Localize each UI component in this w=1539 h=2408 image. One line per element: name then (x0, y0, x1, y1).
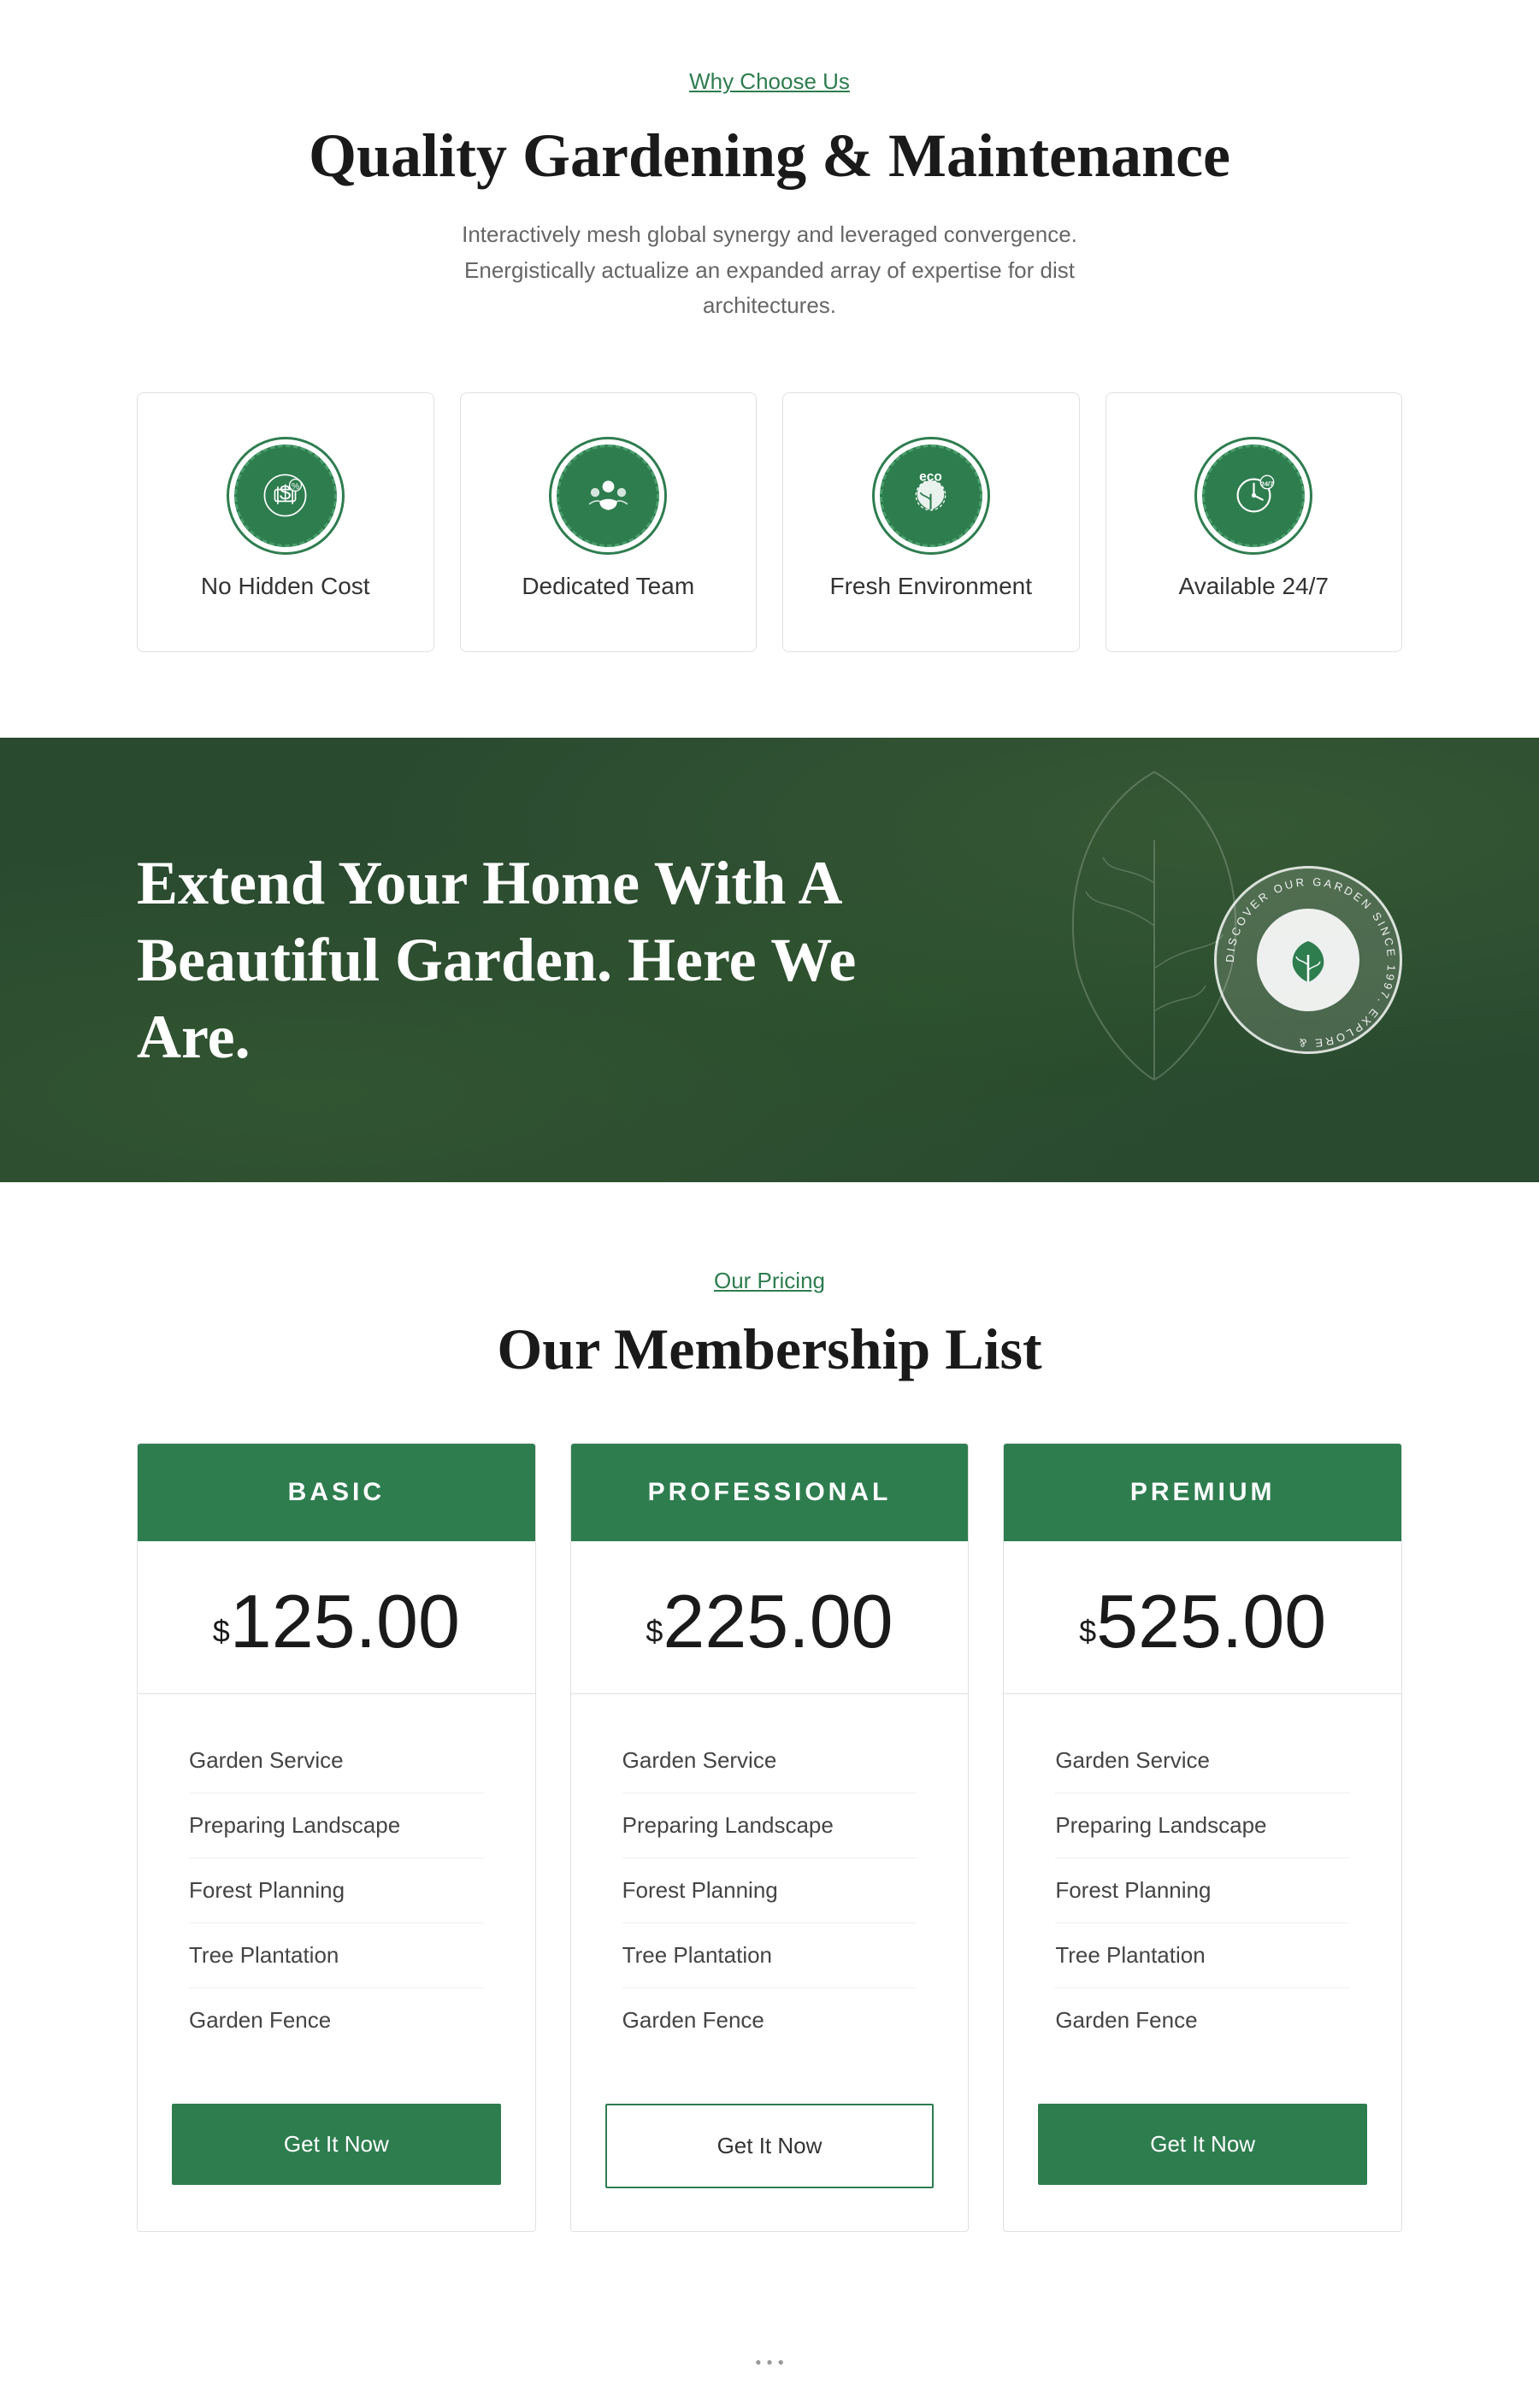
banner-headline: Extend Your Home With A Beautiful Garden… (137, 845, 906, 1075)
badge-circle: DISCOVER OUR GARDEN SINCE 1997. EXPLORE … (1214, 866, 1402, 1054)
svg-text:DISCOVER OUR GARDEN SINCE 1997: DISCOVER OUR GARDEN SINCE 1997. EXPLORE … (1224, 875, 1398, 1050)
professional-plan-name: PROFESSIONAL (597, 1478, 943, 1507)
svg-text:24/7: 24/7 (1260, 480, 1273, 488)
fresh-environment-label: Fresh Environment (809, 573, 1053, 600)
pricing-section: Our Pricing Our Membership List BASIC $1… (0, 1182, 1539, 2317)
professional-price-area: $225.00 (571, 1541, 969, 1694)
pricing-card-premium: PREMIUM $525.00 Garden Service Preparing… (1003, 1443, 1402, 2232)
badge-text-ring: DISCOVER OUR GARDEN SINCE 1997. EXPLORE … (1217, 868, 1405, 1057)
banner-section: Extend Your Home With A Beautiful Garden… (0, 738, 1539, 1182)
premium-price-area: $525.00 (1004, 1541, 1401, 1694)
basic-feature-1: Garden Service (189, 1728, 484, 1793)
banner-content: Extend Your Home With A Beautiful Garden… (137, 845, 1402, 1075)
professional-feature-5: Garden Fence (622, 1988, 917, 2052)
professional-feature-4: Tree Plantation (622, 1923, 917, 1988)
premium-features: Garden Service Preparing Landscape Fores… (1004, 1694, 1401, 2087)
professional-currency: $ (646, 1613, 663, 1648)
dedicated-team-label: Dedicated Team (486, 573, 731, 600)
professional-amount: 225.00 (663, 1579, 893, 1663)
clock-icon: 24/7 (1230, 472, 1277, 519)
basic-feature-2: Preparing Landscape (189, 1793, 484, 1858)
basic-feature-3: Forest Planning (189, 1858, 484, 1923)
premium-header: PREMIUM (1004, 1444, 1401, 1541)
premium-feature-5: Garden Fence (1055, 1988, 1350, 2052)
eco-icon: eco (907, 472, 954, 519)
professional-get-it-now-button[interactable]: Get It Now (605, 2104, 935, 2188)
basic-features: Garden Service Preparing Landscape Fores… (138, 1694, 535, 2087)
professional-feature-1: Garden Service (622, 1728, 917, 1793)
premium-amount: 525.00 (1096, 1579, 1326, 1663)
pricing-title: Our Membership List (137, 1316, 1402, 1383)
footer-hint: • • • (0, 2317, 1539, 2408)
pricing-card-professional: PROFESSIONAL $225.00 Garden Service Prep… (570, 1443, 970, 2232)
basic-plan-name: BASIC (163, 1478, 510, 1507)
footer-dots: • • • (755, 2352, 784, 2373)
svg-text:eco: eco (919, 472, 942, 484)
svg-text:%: % (292, 482, 299, 492)
feature-card-fresh-environment: eco Fresh Environment (782, 392, 1080, 652)
available-247-icon-wrap: 24/7 (1202, 445, 1305, 547)
pricing-grid: BASIC $125.00 Garden Service Preparing L… (137, 1443, 1402, 2232)
dedicated-team-icon-wrap (557, 445, 659, 547)
premium-currency: $ (1079, 1613, 1096, 1648)
professional-feature-3: Forest Planning (622, 1858, 917, 1923)
premium-feature-3: Forest Planning (1055, 1858, 1350, 1923)
basic-price-area: $125.00 (138, 1541, 535, 1694)
available-247-label: Available 24/7 (1132, 573, 1377, 600)
fresh-environment-icon-wrap: eco (880, 445, 982, 547)
feature-card-dedicated-team: Dedicated Team (460, 392, 758, 652)
quality-section: Why Choose Us Quality Gardening & Mainte… (0, 0, 1539, 738)
pricing-card-basic: BASIC $125.00 Garden Service Preparing L… (137, 1443, 536, 2232)
garden-badge: DISCOVER OUR GARDEN SINCE 1997. EXPLORE … (1214, 866, 1402, 1054)
feature-card-available-247: 24/7 Available 24/7 (1106, 392, 1403, 652)
professional-feature-2: Preparing Landscape (622, 1793, 917, 1858)
professional-features: Garden Service Preparing Landscape Fores… (571, 1694, 969, 2087)
quality-title: Quality Gardening & Maintenance (137, 121, 1402, 191)
cost-icon: $ % (262, 472, 309, 519)
no-hidden-cost-label: No Hidden Cost (163, 573, 408, 600)
premium-get-it-now-button[interactable]: Get It Now (1038, 2104, 1367, 2185)
features-grid: $ % No Hidden Cost (137, 392, 1402, 652)
why-choose-us-tag[interactable]: Why Choose Us (689, 68, 850, 95)
quality-description: Interactively mesh global synergy and le… (436, 217, 1103, 324)
our-pricing-tag[interactable]: Our Pricing (714, 1268, 825, 1294)
basic-currency: $ (213, 1613, 230, 1648)
basic-feature-4: Tree Plantation (189, 1923, 484, 1988)
premium-feature-4: Tree Plantation (1055, 1923, 1350, 1988)
basic-get-it-now-button[interactable]: Get It Now (172, 2104, 501, 2185)
premium-feature-2: Preparing Landscape (1055, 1793, 1350, 1858)
team-icon (585, 472, 632, 519)
basic-amount: 125.00 (230, 1579, 460, 1663)
basic-feature-5: Garden Fence (189, 1988, 484, 2052)
professional-header: PROFESSIONAL (571, 1444, 969, 1541)
premium-feature-1: Garden Service (1055, 1728, 1350, 1793)
feature-card-no-hidden-cost: $ % No Hidden Cost (137, 392, 434, 652)
basic-header: BASIC (138, 1444, 535, 1541)
premium-plan-name: PREMIUM (1029, 1478, 1376, 1507)
no-hidden-cost-icon-wrap: $ % (234, 445, 337, 547)
